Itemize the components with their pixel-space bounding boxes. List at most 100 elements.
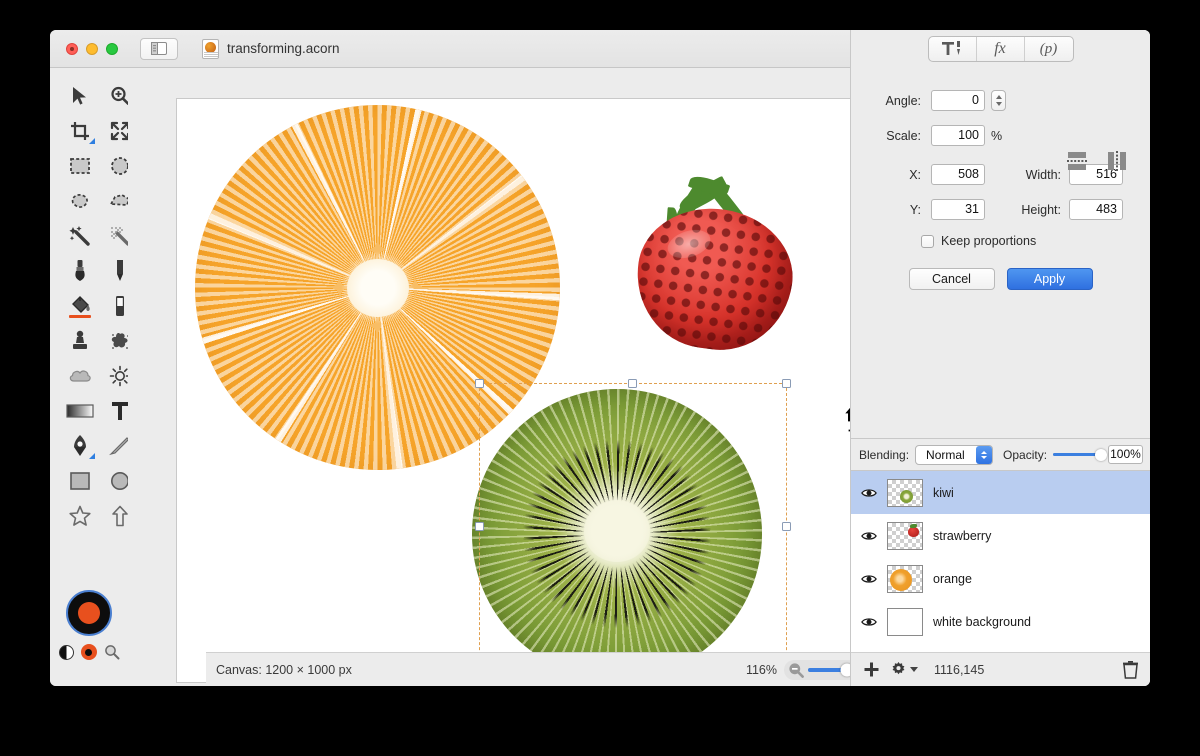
ellipse-icon xyxy=(111,471,129,490)
y-input[interactable]: 31 xyxy=(931,199,985,220)
tool-options-indicator xyxy=(89,453,95,459)
zoom-button[interactable] xyxy=(106,42,118,55)
tools-segment[interactable] xyxy=(929,37,977,61)
chevron-down-icon xyxy=(910,667,918,672)
pen-nib-icon xyxy=(74,434,86,456)
layer-row-white-background[interactable]: white background xyxy=(851,600,1150,643)
angle-input[interactable]: 0 xyxy=(931,90,985,111)
color-picker-icon[interactable] xyxy=(104,644,120,660)
transform-panel: Angle: 0 Scale: 100 % X: 508 Width: 516 … xyxy=(851,68,1150,290)
flip-vertical-button[interactable] xyxy=(1064,148,1090,174)
reset-colors-icon[interactable] xyxy=(80,644,97,660)
minimize-button[interactable] xyxy=(86,42,98,55)
cancel-button[interactable]: Cancel xyxy=(908,268,995,290)
lasso-tool[interactable] xyxy=(62,183,98,218)
flip-horizontal-button[interactable] xyxy=(1104,148,1130,174)
eye-icon[interactable] xyxy=(861,530,877,542)
handle-middle-left[interactable] xyxy=(475,521,484,531)
magnifier-minus-icon[interactable] xyxy=(788,662,804,678)
inspector-segmented-control[interactable]: fx (p) xyxy=(927,36,1074,62)
tool-palette xyxy=(50,68,135,686)
blending-mode-select[interactable]: Normal xyxy=(915,444,994,465)
scale-unit: % xyxy=(991,128,1003,143)
angle-stepper[interactable] xyxy=(991,90,1006,111)
handle-top-center[interactable] xyxy=(628,379,637,388)
document-title-group[interactable]: transforming.acorn xyxy=(202,38,340,59)
strawberry-artwork xyxy=(615,169,801,360)
filters-segment[interactable]: fx xyxy=(977,37,1025,61)
star-shape-tool[interactable] xyxy=(62,498,98,533)
scale-label: Scale: xyxy=(886,128,921,143)
layer-row-strawberry[interactable]: strawberry xyxy=(851,514,1150,557)
height-input[interactable]: 483 xyxy=(1069,199,1123,220)
pen-tool[interactable] xyxy=(62,428,98,463)
transform-action-buttons: Cancel Apply xyxy=(869,268,1132,290)
swap-colors-icon[interactable] xyxy=(58,644,74,660)
eye-icon[interactable] xyxy=(861,616,877,628)
pencil-icon xyxy=(117,259,123,281)
blur-tool[interactable] xyxy=(62,358,98,393)
arrow-up-icon xyxy=(112,505,128,526)
text-t-icon xyxy=(112,401,128,420)
crop-icon xyxy=(71,121,89,140)
keep-proportions-row[interactable]: Keep proportions xyxy=(921,234,1132,248)
x-label: X: xyxy=(909,167,921,182)
apply-button[interactable]: Apply xyxy=(1006,268,1093,290)
sidebar-toggle-icon xyxy=(151,42,167,55)
status-bar: Canvas: 1200 × 1000 px 116% xyxy=(206,652,928,686)
handle-middle-right[interactable] xyxy=(782,521,791,531)
clone-stamp-tool[interactable] xyxy=(62,323,98,358)
layer-settings-button[interactable] xyxy=(890,661,918,678)
inspector-panel: fx (p) Angle: 0 Scale: 100 % X: 508 Widt… xyxy=(850,30,1150,686)
canvas-area[interactable]: Canvas: 1200 × 1000 px 116% xyxy=(128,68,928,686)
magnifier-plus-icon xyxy=(111,86,130,105)
magic-wand-tool[interactable] xyxy=(62,218,98,253)
rectangular-select-tool[interactable] xyxy=(62,148,98,183)
foreground-background-color-well[interactable] xyxy=(66,590,112,636)
four-arrows-icon xyxy=(110,121,130,140)
plus-icon[interactable] xyxy=(863,661,880,678)
chevron-updown-icon xyxy=(976,445,993,464)
layer-row-kiwi[interactable]: kiwi xyxy=(851,471,1150,514)
paint-bucket-icon xyxy=(72,295,90,313)
image-canvas[interactable] xyxy=(176,98,888,683)
rectangle-shape-tool[interactable] xyxy=(62,463,98,498)
window-controls xyxy=(66,42,118,55)
crop-tool[interactable] xyxy=(62,113,98,148)
transform-selection-box[interactable] xyxy=(475,379,791,674)
palettes-segment[interactable]: (p) xyxy=(1025,37,1073,61)
eye-icon[interactable] xyxy=(861,573,877,585)
layer-list[interactable]: kiwi strawberry orange white background xyxy=(851,470,1150,652)
opacity-value-input[interactable]: 100% xyxy=(1107,445,1143,464)
brush-tool[interactable] xyxy=(62,253,98,288)
gradient-tool[interactable] xyxy=(62,393,98,428)
move-tool[interactable] xyxy=(62,78,98,113)
close-button[interactable] xyxy=(66,42,78,55)
layer-row-orange[interactable]: orange xyxy=(851,557,1150,600)
eraser-icon xyxy=(116,295,124,316)
opacity-slider[interactable] xyxy=(1053,448,1107,461)
handle-top-left[interactable] xyxy=(475,379,484,388)
handle-top-right[interactable] xyxy=(782,379,791,388)
foreground-color-swatch[interactable] xyxy=(78,602,100,624)
canvas-size-label: Canvas: 1200 × 1000 px xyxy=(216,662,352,677)
lasso-icon xyxy=(71,193,88,208)
angle-label: Angle: xyxy=(885,93,921,108)
flip-vertical-icon xyxy=(1067,152,1087,170)
keep-proportions-label: Keep proportions xyxy=(941,234,1037,248)
zoom-level-label: 116% xyxy=(745,662,777,677)
paint-bucket-tool[interactable] xyxy=(62,288,98,323)
eye-icon[interactable] xyxy=(861,487,877,499)
cursor-coordinates: 1116,145 xyxy=(934,662,985,677)
clone-stamp-icon xyxy=(73,330,87,349)
dashed-ellipse-icon xyxy=(111,156,129,175)
keep-proportions-checkbox[interactable] xyxy=(921,234,934,248)
layer-name: white background xyxy=(933,614,1031,629)
x-input[interactable]: 508 xyxy=(931,164,985,185)
trash-icon[interactable] xyxy=(1122,660,1139,679)
inspector-toolbar: fx (p) xyxy=(851,30,1150,68)
scale-input[interactable]: 100 xyxy=(931,125,985,146)
color-well-group xyxy=(50,590,128,660)
opacity-slider-knob[interactable] xyxy=(1094,448,1107,461)
sidebar-toggle-button[interactable] xyxy=(140,37,178,60)
